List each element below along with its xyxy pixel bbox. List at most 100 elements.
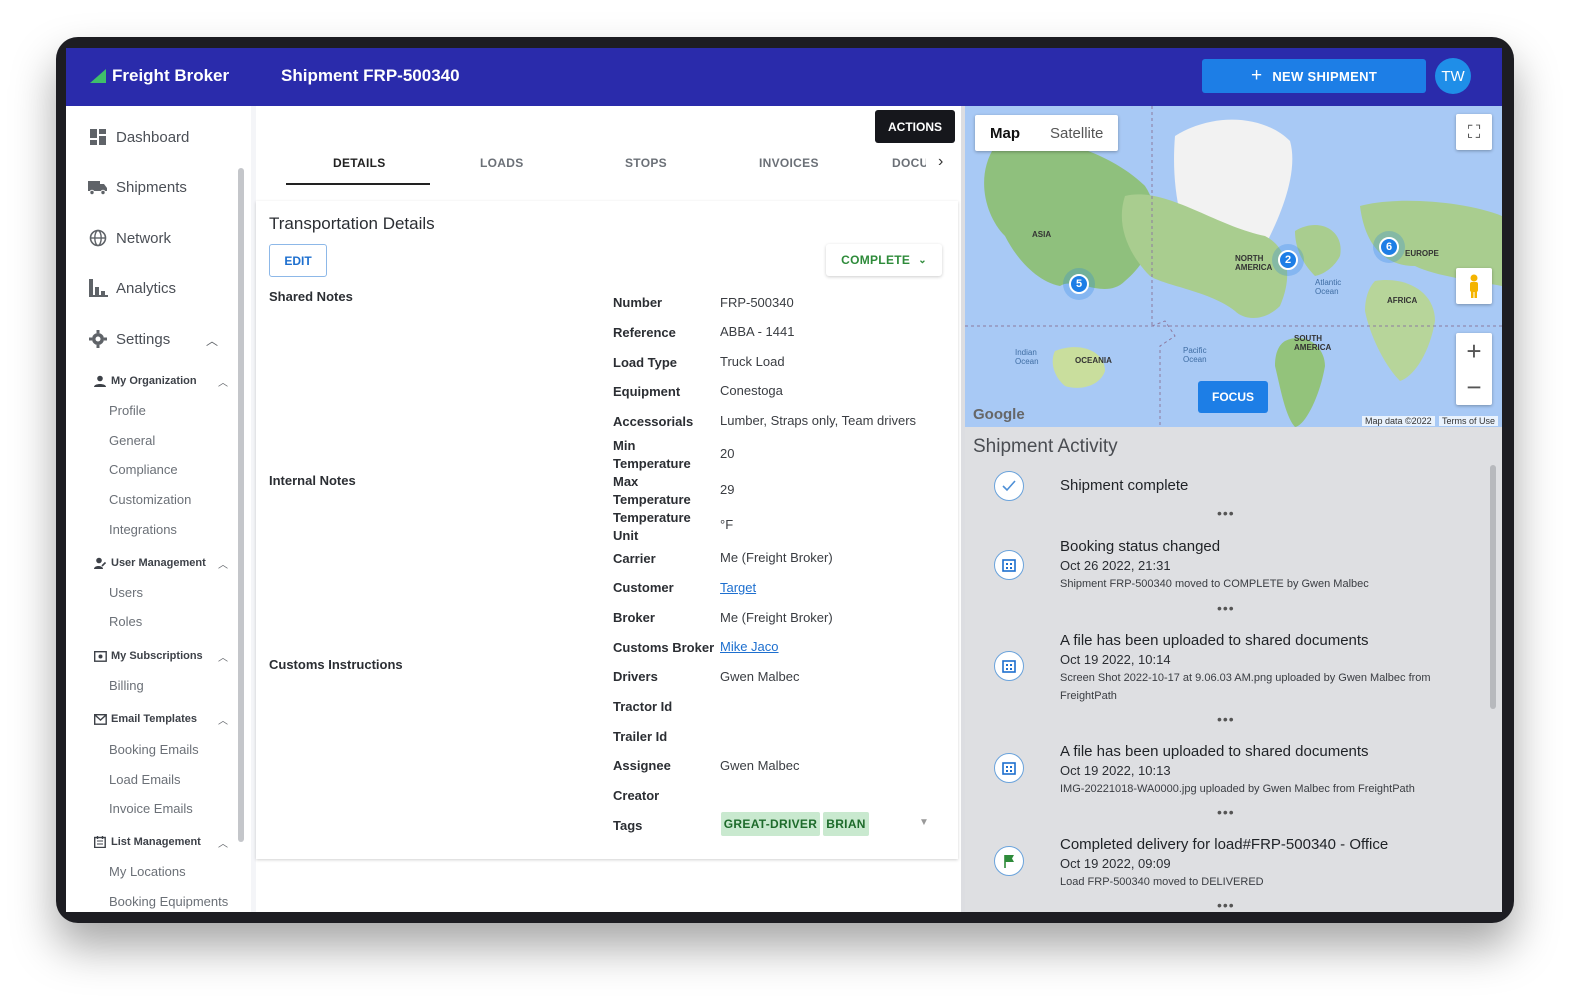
chevron-up-icon[interactable]: ︿ bbox=[218, 556, 228, 571]
sidebar-subitem-load-emails[interactable]: Load Emails bbox=[109, 772, 181, 787]
terms-of-use-link[interactable]: Terms of Use bbox=[1439, 416, 1499, 426]
tab-loads[interactable]: LOADS bbox=[480, 156, 524, 170]
group-email-templates[interactable]: Email Templates bbox=[93, 712, 197, 726]
map-cluster-marker[interactable]: 2 bbox=[1278, 250, 1298, 270]
sidebar-subitem-roles[interactable]: Roles bbox=[109, 614, 142, 629]
caret-down-icon[interactable]: ▼ bbox=[919, 817, 929, 828]
activity-heading: Booking status changed bbox=[1060, 538, 1221, 555]
tab-documents[interactable]: DOCU bbox=[892, 156, 926, 170]
satellite-view-button[interactable]: Satellite bbox=[1035, 115, 1118, 151]
chevron-right-icon[interactable]: › bbox=[938, 153, 943, 171]
activity-heading: Completed delivery for load#FRP-500340 -… bbox=[1060, 836, 1389, 853]
edit-button[interactable]: EDIT bbox=[269, 244, 327, 277]
more-icon[interactable]: ••• bbox=[1217, 804, 1235, 820]
street-view-icon[interactable] bbox=[1456, 268, 1492, 304]
chevron-up-icon[interactable]: ︿ bbox=[218, 649, 228, 664]
field-label: Trailer Id bbox=[613, 729, 668, 744]
sidebar-subitem-invoice-emails[interactable]: Invoice Emails bbox=[109, 801, 193, 816]
chevron-up-icon[interactable]: ︿ bbox=[218, 374, 228, 389]
sidebar-subitem-billing[interactable]: Billing bbox=[109, 678, 144, 693]
map-label: Indian Ocean bbox=[1015, 348, 1039, 366]
activity-heading: Shipment complete bbox=[1060, 477, 1189, 494]
chevron-up-icon[interactable]: ︿ bbox=[206, 332, 218, 349]
tag-chip[interactable]: GREAT-DRIVER bbox=[721, 812, 820, 836]
actions-button[interactable]: ACTIONS bbox=[875, 110, 955, 143]
avatar[interactable]: TW bbox=[1435, 58, 1471, 94]
field-label: Number bbox=[613, 295, 663, 310]
flag-icon bbox=[994, 846, 1024, 876]
map-cluster-marker[interactable]: 6 bbox=[1379, 237, 1399, 257]
sidebar-scrollbar[interactable] bbox=[238, 168, 244, 842]
app-screen: Freight Broker Shipment FRP-500340 + NEW… bbox=[66, 48, 1502, 912]
activity-date: Oct 19 2022, 10:13 bbox=[1060, 763, 1171, 778]
sidebar-subitem-booking-equipments[interactable]: Booking Equipments bbox=[109, 894, 228, 909]
brand-logo[interactable]: Freight Broker bbox=[90, 66, 229, 86]
status-dropdown[interactable]: COMPLETE ⌄ bbox=[826, 244, 942, 276]
group-list-management[interactable]: List Management bbox=[93, 835, 201, 849]
zoom-in-icon[interactable]: + bbox=[1466, 333, 1481, 369]
sidebar-subitem-compliance[interactable]: Compliance bbox=[109, 462, 178, 477]
sidebar-subitem-customization[interactable]: Customization bbox=[109, 492, 191, 507]
map-view-button[interactable]: Map bbox=[975, 115, 1035, 151]
fullscreen-icon[interactable]: ⛶ bbox=[1456, 114, 1492, 150]
field-value: Me (Freight Broker) bbox=[720, 550, 833, 565]
field-value: ABBA - 1441 bbox=[720, 324, 795, 339]
globe-icon bbox=[88, 228, 108, 248]
sidebar: Dashboard Shipments Network Analytics Se… bbox=[66, 106, 251, 912]
field-value: Conestoga bbox=[720, 383, 783, 398]
chevron-up-icon[interactable]: ︿ bbox=[218, 712, 228, 727]
plus-icon: + bbox=[1250, 65, 1263, 86]
more-icon[interactable]: ••• bbox=[1217, 897, 1235, 912]
field-value: Gwen Malbec bbox=[720, 758, 800, 773]
group-my-organization[interactable]: My Organization bbox=[93, 374, 197, 388]
bar-chart-icon bbox=[88, 278, 108, 298]
truck-icon bbox=[88, 177, 108, 197]
top-bar: Freight Broker Shipment FRP-500340 + NEW… bbox=[66, 48, 1502, 106]
tag-chip[interactable]: BRIAN bbox=[823, 812, 869, 836]
sidebar-item-settings[interactable]: Settings bbox=[88, 329, 170, 349]
group-label: My Organization bbox=[111, 375, 197, 387]
customer-link[interactable]: Target bbox=[720, 580, 756, 595]
sidebar-subitem-integrations[interactable]: Integrations bbox=[109, 522, 177, 537]
sidebar-subitem-my-locations[interactable]: My Locations bbox=[109, 864, 186, 879]
shipment-map[interactable]: ASIA NORTH AMERICA EUROPE AFRICA SOUTH A… bbox=[965, 106, 1502, 427]
focus-button[interactable]: FOCUS bbox=[1198, 381, 1268, 413]
sidebar-subitem-general[interactable]: General bbox=[109, 433, 155, 448]
tab-invoices[interactable]: INVOICES bbox=[759, 156, 819, 170]
field-label: Customer bbox=[613, 580, 674, 595]
sidebar-item-dashboard[interactable]: Dashboard bbox=[88, 127, 189, 147]
field-label: Assignee bbox=[613, 758, 671, 773]
field-value: Truck Load bbox=[720, 354, 785, 369]
zoom-out-icon[interactable]: − bbox=[1466, 369, 1481, 405]
sidebar-subitem-booking-emails[interactable]: Booking Emails bbox=[109, 742, 199, 757]
group-my-subscriptions[interactable]: My Subscriptions bbox=[93, 649, 203, 663]
sidebar-subitem-profile[interactable]: Profile bbox=[109, 403, 146, 418]
brand-name: Freight Broker bbox=[112, 66, 230, 85]
field-value: Me (Freight Broker) bbox=[720, 610, 833, 625]
tab-stops[interactable]: STOPS bbox=[625, 156, 667, 170]
sidebar-item-shipments[interactable]: Shipments bbox=[88, 177, 187, 197]
field-value: Gwen Malbec bbox=[720, 669, 800, 684]
org-user-icon bbox=[93, 374, 107, 388]
new-shipment-button[interactable]: + NEW SHIPMENT bbox=[1202, 59, 1426, 93]
group-user-management[interactable]: User Management bbox=[93, 556, 206, 570]
activity-scrollbar[interactable] bbox=[1490, 465, 1496, 709]
customs-broker-link[interactable]: Mike Jaco bbox=[720, 639, 779, 654]
map-label: SOUTH AMERICA bbox=[1294, 334, 1332, 352]
more-icon[interactable]: ••• bbox=[1217, 711, 1235, 727]
chevron-up-icon[interactable]: ︿ bbox=[218, 835, 228, 850]
more-icon[interactable]: ••• bbox=[1217, 600, 1235, 616]
tab-details[interactable]: DETAILS bbox=[333, 156, 386, 170]
group-label: My Subscriptions bbox=[111, 650, 203, 662]
activity-heading: A file has been uploaded to shared docum… bbox=[1060, 632, 1369, 649]
dashboard-icon bbox=[88, 127, 108, 147]
sidebar-item-label: Shipments bbox=[116, 178, 187, 196]
shipment-activity-panel: Shipment Activity Shipment complete ••• … bbox=[965, 427, 1502, 912]
sidebar-item-analytics[interactable]: Analytics bbox=[88, 278, 176, 298]
map-data-attribution: Map data ©2022 bbox=[1362, 416, 1435, 426]
sidebar-item-network[interactable]: Network bbox=[88, 228, 171, 248]
more-icon[interactable]: ••• bbox=[1217, 505, 1235, 521]
sidebar-subitem-users[interactable]: Users bbox=[109, 585, 143, 600]
field-label: Max Temperature bbox=[613, 474, 691, 507]
map-cluster-marker[interactable]: 5 bbox=[1069, 274, 1089, 294]
